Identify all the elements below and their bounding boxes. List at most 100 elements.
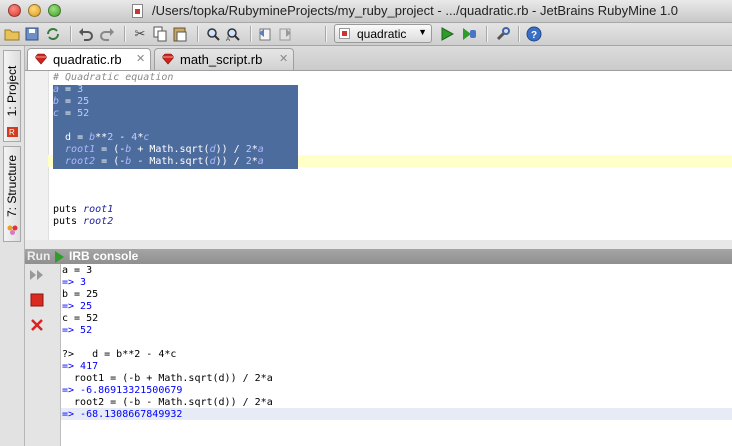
console-line: ?> d = b**2 - 4*c [62, 349, 177, 360]
irb-console-output[interactable]: a = 3 => 3 b = 25 => 25 c = 52 => 52 ?> … [61, 264, 732, 446]
project-tool-tab[interactable]: 1: Project R [3, 50, 21, 142]
run-configuration-label: quadratic [357, 27, 407, 41]
help-icon[interactable]: ? [525, 25, 543, 43]
chevron-down-icon: ▼ [418, 27, 427, 37]
code-token: 25 [77, 96, 90, 107]
find-icon[interactable] [204, 25, 222, 43]
run-panel-header: Run IRB console [25, 249, 732, 264]
code-line: a = 3 [53, 84, 83, 96]
code-token: root2 [53, 156, 96, 167]
run-panel-label: Run [27, 249, 51, 263]
code-token: - [113, 132, 132, 143]
irb-console-title: IRB console [69, 249, 139, 263]
structure-icon [7, 225, 18, 235]
tab-math-script-rb[interactable]: math_script.rb ✕ [154, 48, 294, 70]
console-line: => 25 [62, 301, 93, 312]
code-token: c [143, 132, 150, 143]
close-window-button[interactable] [8, 4, 21, 17]
code-line: d = b**2 - 4*c [53, 132, 149, 144]
code-line: puts root2 [53, 216, 113, 228]
toolbar-separator [250, 26, 252, 42]
editor-gutter[interactable] [25, 71, 49, 240]
console-line: root1 = (-b + Math.sqrt(d)) / 2*a [62, 373, 273, 384]
stop-icon[interactable] [28, 291, 46, 309]
paste-icon[interactable] [171, 25, 189, 43]
close-console-icon[interactable] [28, 316, 46, 334]
code-token: a [257, 156, 264, 167]
console-line: => -6.86913321500679 [62, 385, 183, 396]
code-token: root1 [83, 204, 114, 215]
toolbar-separator [486, 26, 488, 42]
rubymine-icon: R [7, 127, 18, 137]
undo-icon[interactable] [77, 25, 95, 43]
code-line: c = 52 [53, 108, 89, 120]
debug-icon[interactable] [460, 25, 478, 43]
code-line: # Quadratic equation [53, 72, 174, 83]
editor-tab-bar: quadratic.rb ✕ math_script.rb ✕ [25, 46, 732, 71]
tab-quadratic-rb[interactable]: quadratic.rb ✕ [27, 48, 151, 70]
code-token: 3 [77, 84, 84, 95]
execute-icon[interactable] [28, 266, 46, 284]
title-bar: /Users/topka/RubymineProjects/my_ruby_pr… [0, 0, 732, 23]
svg-text:?: ? [531, 30, 537, 41]
code-token: = [59, 96, 78, 107]
code-token: + Math.sqrt( [131, 144, 210, 155]
copy-icon[interactable] [151, 25, 169, 43]
code-token: - Math.sqrt( [131, 156, 210, 167]
open-folder-icon[interactable] [3, 25, 21, 43]
toolbar-separator [197, 26, 199, 42]
find-replace-icon[interactable]: A [224, 25, 242, 43]
code-token: 52 [77, 108, 90, 119]
save-all-icon[interactable] [23, 25, 41, 43]
console-line: b = 25 [62, 289, 99, 300]
console-line: => 3 [62, 277, 87, 288]
redo-icon[interactable] [98, 25, 116, 43]
run-configuration-dropdown[interactable]: quadratic ▼ [334, 24, 432, 43]
code-token: root1 [53, 144, 96, 155]
code-token: a [257, 144, 264, 155]
close-icon[interactable]: ✕ [136, 52, 145, 65]
code-token: ** [95, 132, 108, 143]
console-line: c = 52 [62, 313, 99, 324]
console-line: root2 = (-b - Math.sqrt(d)) / 2*a [62, 397, 273, 408]
code-token: = [59, 108, 78, 119]
settings-icon[interactable] [494, 25, 512, 43]
close-icon[interactable]: ✕ [279, 52, 288, 65]
code-line: puts root1 [53, 204, 113, 216]
svg-text:R: R [9, 128, 15, 137]
window-title: /Users/topka/RubymineProjects/my_ruby_pr… [152, 3, 678, 18]
toolbar-separator [518, 26, 520, 42]
run-icon[interactable] [438, 25, 456, 43]
sync-icon[interactable] [44, 25, 62, 43]
cut-icon[interactable]: ✂ [131, 25, 149, 43]
structure-tab-label: 7: Structure [5, 155, 19, 218]
code-token: d = [53, 132, 90, 143]
code-token: = (- [95, 156, 126, 167]
console-line: a = 3 [62, 265, 93, 276]
tab-label: quadratic.rb [53, 52, 122, 67]
forward-icon[interactable] [276, 25, 294, 43]
ruby-file-icon [339, 28, 350, 39]
console-line: => 52 [62, 325, 93, 336]
run-panel-toolbar [25, 264, 61, 446]
code-token: )) / [215, 144, 246, 155]
code-token: )) / [215, 156, 246, 167]
code-line: b = 25 [53, 96, 89, 108]
tab-label: math_script.rb [180, 52, 263, 67]
structure-tool-tab[interactable]: 7: Structure [3, 146, 21, 242]
ruby-gem-icon [35, 53, 47, 65]
console-line: => -68.1308667849932 [62, 409, 183, 420]
back-icon[interactable] [256, 25, 274, 43]
code-line: root1 = (-b + Math.sqrt(d)) / 2*a [53, 144, 264, 156]
ruby-file-icon [132, 4, 143, 18]
code-editor[interactable]: # Quadratic equation a = 3 b = 25 c = 52… [25, 71, 732, 240]
ruby-gem-icon [162, 53, 174, 65]
play-icon [55, 251, 64, 263]
toolbar-separator [70, 26, 72, 42]
zoom-window-button[interactable] [48, 4, 61, 17]
code-token: = [59, 84, 78, 95]
code-token: puts [53, 204, 84, 215]
minimize-window-button[interactable] [28, 4, 41, 17]
code-token: puts [53, 216, 84, 227]
toolbar-separator [124, 26, 126, 42]
